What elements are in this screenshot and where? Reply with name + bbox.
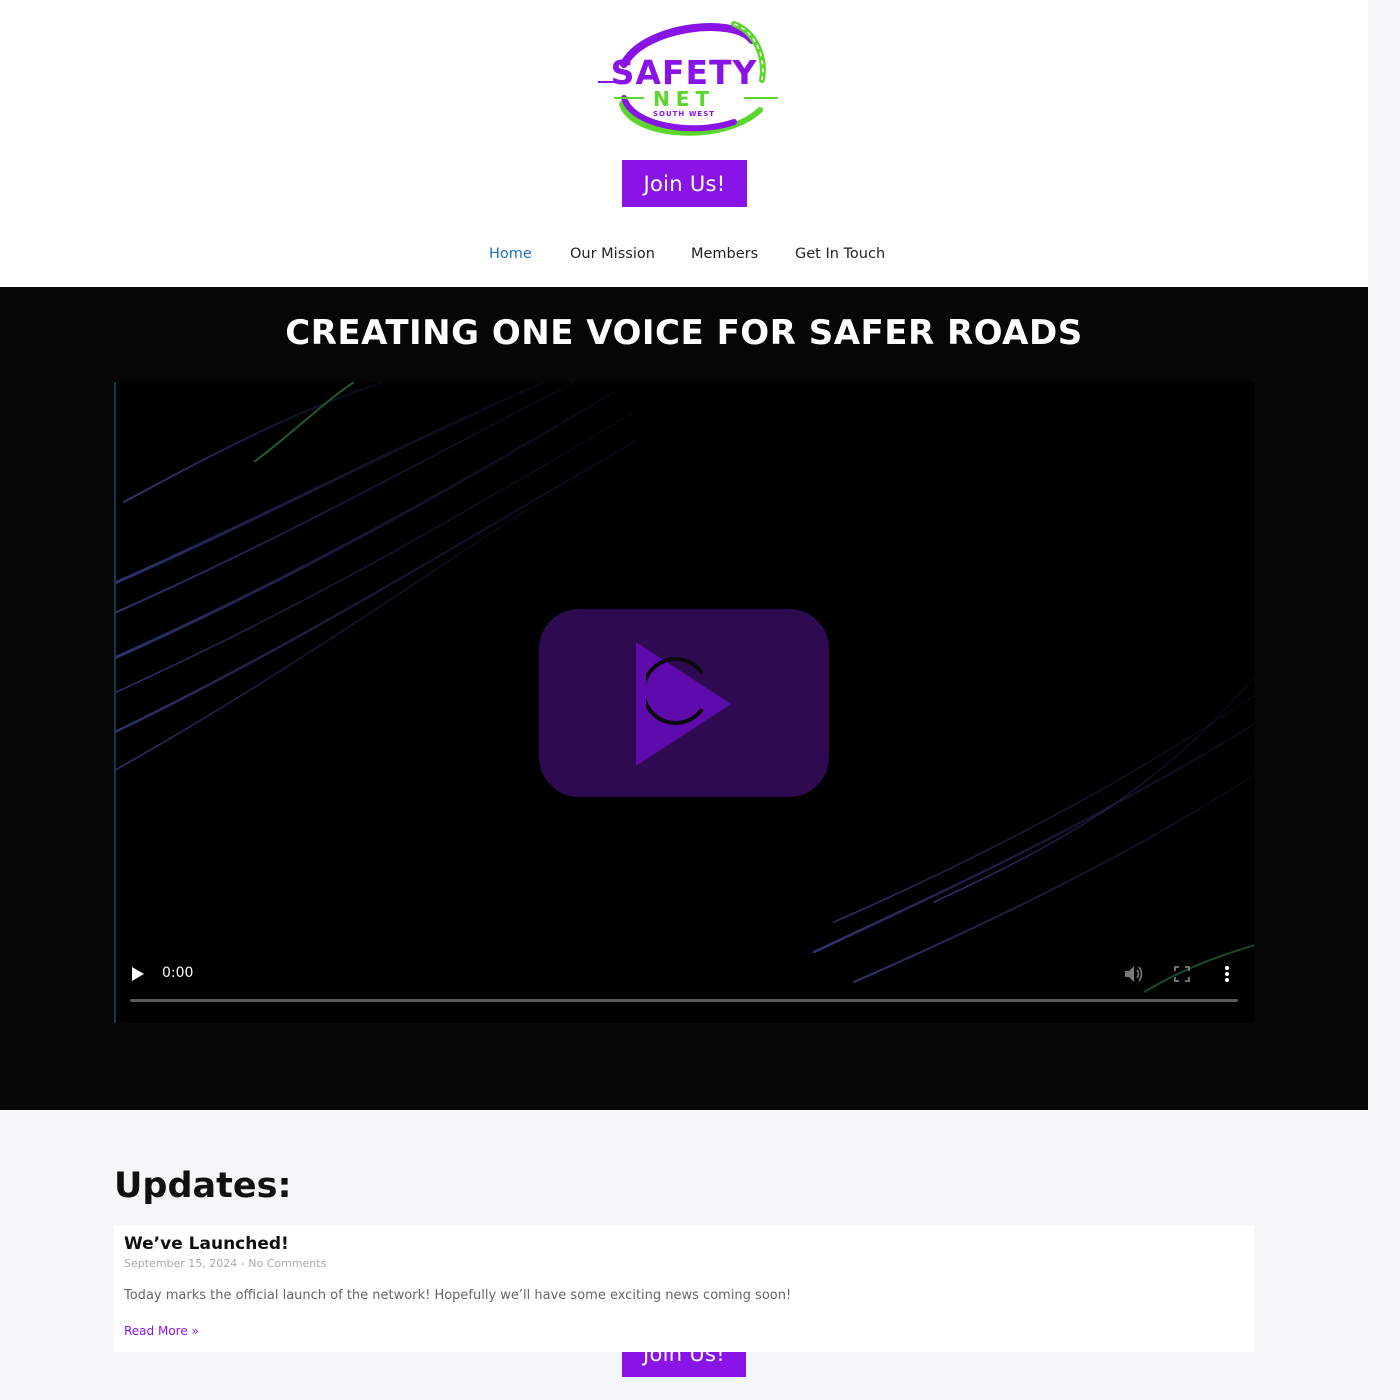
video-play-overlay-button[interactable] bbox=[539, 609, 829, 797]
page-scrollbar[interactable] bbox=[1368, 0, 1400, 1400]
nav-item-our-mission[interactable]: Our Mission bbox=[570, 246, 655, 262]
logo-graphic: SAFETY NET SOUTH WEST bbox=[598, 21, 778, 136]
post-title[interactable]: We’ve Launched! bbox=[124, 1234, 289, 1254]
site-header: SAFETY NET SOUTH WEST Join Us! Home Our … bbox=[0, 0, 1368, 287]
volume-icon[interactable] bbox=[1124, 965, 1144, 983]
logo-text-sub: NET bbox=[653, 87, 715, 111]
hero-title: CREATING ONE VOICE FOR SAFER ROADS bbox=[285, 313, 1083, 353]
loading-spinner-icon bbox=[646, 657, 704, 725]
video-player[interactable]: 0:00 bbox=[114, 382, 1254, 1023]
hero-section: CREATING ONE VOICE FOR SAFER ROADS 0:00 … bbox=[0, 287, 1368, 1377]
nav-item-home[interactable]: Home bbox=[489, 246, 532, 262]
read-more-link[interactable]: Read More » bbox=[124, 1324, 199, 1338]
fullscreen-icon[interactable] bbox=[1174, 966, 1190, 982]
play-icon[interactable] bbox=[132, 967, 144, 981]
more-options-icon[interactable] bbox=[1224, 965, 1230, 983]
post-excerpt: Today marks the official launch of the n… bbox=[124, 1288, 792, 1303]
logo-text-small: SOUTH WEST bbox=[653, 110, 715, 118]
video-progress-bar[interactable] bbox=[130, 999, 1238, 1002]
video-controls: 0:00 bbox=[114, 952, 1254, 1012]
video-time: 0:00 bbox=[162, 965, 194, 981]
nav-item-get-in-touch[interactable]: Get In Touch bbox=[795, 246, 885, 262]
post-meta: September 15, 2024 - No Comments bbox=[124, 1257, 327, 1270]
nav-item-members[interactable]: Members bbox=[691, 246, 758, 262]
site-logo[interactable]: SAFETY NET SOUTH WEST bbox=[584, 18, 784, 144]
post-card: We’ve Launched! September 15, 2024 - No … bbox=[114, 1225, 1254, 1352]
main-nav: Home Our Mission Members Get In Touch bbox=[0, 246, 1368, 268]
join-us-button-header[interactable]: Join Us! bbox=[622, 160, 747, 207]
updates-heading: Updates: bbox=[114, 1166, 292, 1206]
